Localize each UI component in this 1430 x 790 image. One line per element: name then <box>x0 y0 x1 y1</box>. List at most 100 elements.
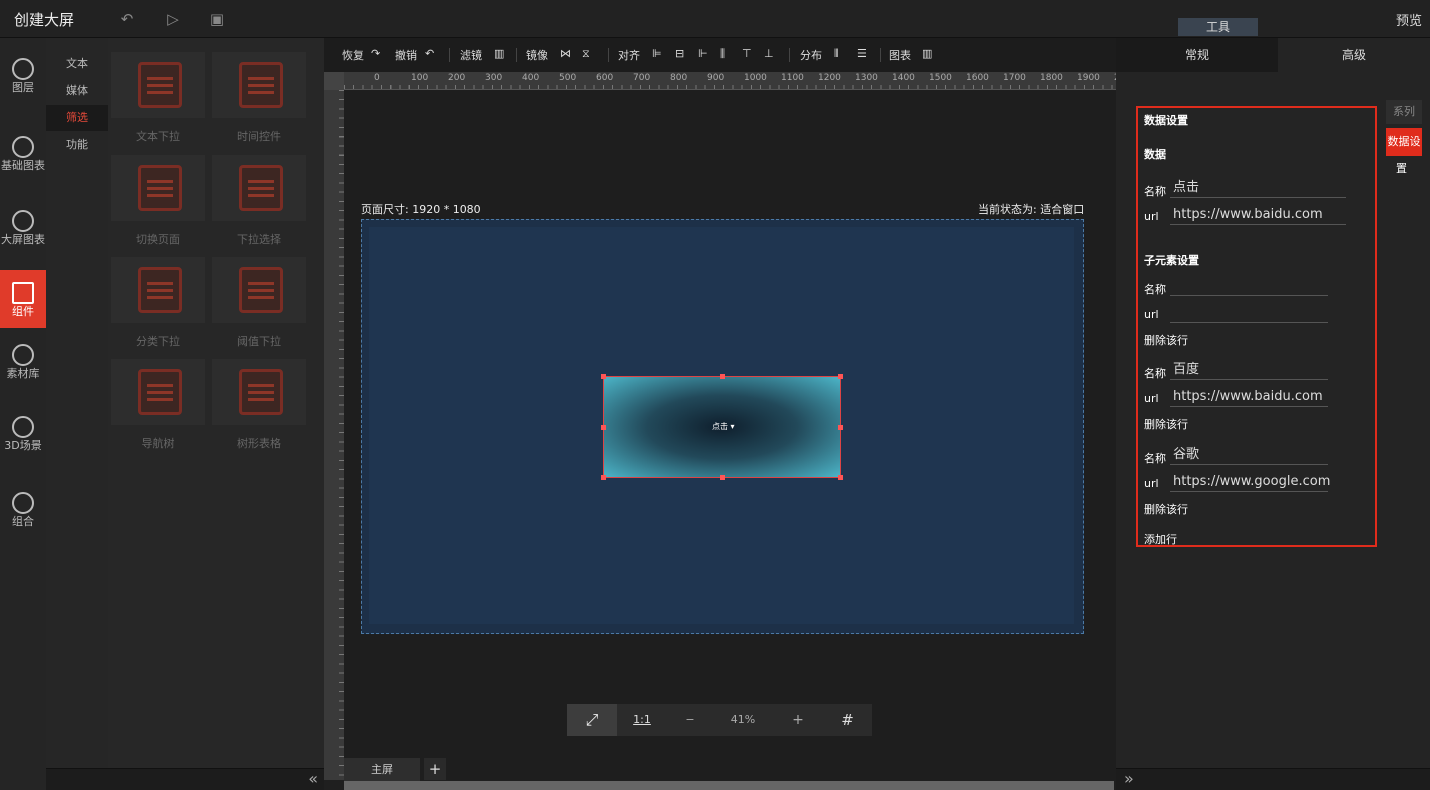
component-nav-tree[interactable]: 导航树 <box>111 359 205 453</box>
resize-handle[interactable] <box>601 425 606 430</box>
subnav-media[interactable]: 媒体 <box>46 78 108 104</box>
distribute-vertical-icon[interactable]: ☰ <box>857 47 867 60</box>
left-nav: 图层 基础图表 大屏图表 组件 素材库 3D场景 组合 <box>0 38 46 790</box>
chart-bar-icon[interactable]: ▥ <box>922 47 932 60</box>
actual-size-button[interactable]: 1:1 <box>617 704 667 736</box>
child-name-input[interactable]: 谷歌 <box>1170 447 1328 465</box>
component-text-dropdown[interactable]: 文本下拉 <box>111 52 205 146</box>
resize-handle[interactable] <box>838 425 843 430</box>
zoom-in-button[interactable]: + <box>773 704 823 736</box>
align-left-icon[interactable]: ⊫ <box>652 47 662 60</box>
child-url-input[interactable] <box>1170 305 1328 323</box>
undo-button[interactable]: 撤销 <box>395 47 417 63</box>
undo-icon[interactable]: ↶ <box>118 10 136 28</box>
resize-handle[interactable] <box>838 374 843 379</box>
redo-icon[interactable]: ↷ <box>371 47 380 60</box>
fit-window-icon[interactable]: ⤢ <box>567 704 617 736</box>
canvas-state-label: 当前状态为: 适合窗口 <box>978 203 1085 216</box>
resize-handle[interactable] <box>720 374 725 379</box>
subnav-text[interactable]: 文本 <box>46 51 108 77</box>
nav-label: 组合 <box>12 515 34 528</box>
nav-3d-scene[interactable]: 3D场景 <box>0 416 46 466</box>
preview-button[interactable]: 预览 <box>1396 10 1422 29</box>
delete-row-button[interactable]: 删除该行 <box>1144 416 1188 432</box>
mirror-horizontal-icon[interactable]: ⋈ <box>560 47 571 60</box>
resize-handle[interactable] <box>601 475 606 480</box>
ruler-tick-label: 600 <box>596 73 614 83</box>
ruler-tick-label: 1300 <box>855 73 878 83</box>
component-thumb <box>111 155 205 221</box>
component-threshold-dropdown[interactable]: 阈值下拉 <box>212 257 306 351</box>
align-middle-icon[interactable]: ⫼ <box>720 47 725 61</box>
align-button[interactable]: 对齐 <box>618 47 640 63</box>
subnav-filter[interactable]: 筛选 <box>46 105 108 131</box>
align-top-icon[interactable]: ⊤ <box>742 47 752 60</box>
zoom-level: 41% <box>730 713 756 726</box>
component-category-dropdown[interactable]: 分类下拉 <box>111 257 205 351</box>
data-url-input[interactable]: https://www.baidu.com <box>1170 207 1346 225</box>
component-dropdown-select[interactable]: 下拉选择 <box>212 155 306 249</box>
nav-bigscreen-charts[interactable]: 大屏图表 <box>0 210 46 260</box>
ruler-tick-label: 1400 <box>892 73 915 83</box>
filter-button[interactable]: 滤镜 <box>460 47 482 63</box>
child-name-input[interactable]: 百度 <box>1170 362 1328 380</box>
nav-components[interactable]: 组件 <box>0 270 46 328</box>
horizontal-scrollbar[interactable] <box>344 781 1114 790</box>
component-tree-table[interactable]: 树形表格 <box>212 359 306 453</box>
delete-row-button[interactable]: 删除该行 <box>1144 501 1188 517</box>
editor-toolbar: 恢复 ↷ 撤销 ↶ 滤镜 ▥ 镜像 ⋈ ⧖ 对齐 ⊫ ⊟ ⊩ ⫼ ⊤ ⊥ 分布 … <box>324 38 1116 72</box>
top-bar: 创建大屏 ↶ ▷ ▣ 工具 预览 <box>0 0 1430 38</box>
distribute-horizontal-icon[interactable]: ⫴ <box>834 47 839 61</box>
name-label: 名称 <box>1144 283 1166 296</box>
component-switch-page[interactable]: 切换页面 <box>111 155 205 249</box>
resize-handle[interactable] <box>838 475 843 480</box>
child-url-input[interactable]: https://www.baidu.com <box>1170 389 1328 407</box>
side-tab-data-settings[interactable]: 数据设 <box>1386 128 1422 156</box>
add-screen-button[interactable]: + <box>424 758 446 780</box>
child-name-input[interactable] <box>1170 278 1328 296</box>
screen-tab-main[interactable]: 主屏 <box>344 758 420 782</box>
nav-group[interactable]: 组合 <box>0 492 46 536</box>
collapse-left-icon[interactable]: « <box>308 769 318 788</box>
zoom-out-button[interactable]: − <box>667 704 713 736</box>
component-time-control[interactable]: 时间控件 <box>212 52 306 146</box>
ruler-tick-label: 1500 <box>929 73 952 83</box>
grid-icon[interactable]: # <box>823 704 872 736</box>
align-right-icon[interactable]: ⊩ <box>698 47 708 60</box>
add-row-button[interactable]: 添加行 <box>1144 531 1177 547</box>
data-settings-box: 数据设置 数据 名称 点击 url https://www.baidu.com … <box>1136 106 1377 547</box>
nav-layers[interactable]: 图层 <box>0 58 46 102</box>
nav-basic-charts[interactable]: 基础图表 <box>0 136 46 186</box>
chart-button[interactable]: 图表 <box>889 47 911 63</box>
ruler-corner <box>324 72 344 90</box>
mirror-vertical-icon[interactable]: ⧖ <box>582 47 590 61</box>
ruler-tick-label: 1100 <box>781 73 804 83</box>
filter-chart-icon[interactable]: ▥ <box>494 47 504 60</box>
component-thumb <box>111 257 205 323</box>
delete-row-button[interactable]: 删除该行 <box>1144 332 1188 348</box>
data-name-input[interactable]: 点击 <box>1170 180 1346 198</box>
play-icon[interactable]: ▷ <box>164 10 182 28</box>
nav-label: 素材库 <box>6 367 40 380</box>
screen-canvas[interactable]: 点击 ▾ <box>361 219 1084 634</box>
tool-tab[interactable]: 工具 <box>1178 18 1258 36</box>
side-tab-series[interactable]: 系列 <box>1386 100 1422 124</box>
subnav-function[interactable]: 功能 <box>46 132 108 158</box>
resize-handle[interactable] <box>601 374 606 379</box>
tab-advanced[interactable]: 高级 <box>1278 38 1430 72</box>
distribute-button[interactable]: 分布 <box>800 47 822 63</box>
data-label: 数据 <box>1144 148 1166 161</box>
align-bottom-icon[interactable]: ⊥ <box>764 47 774 60</box>
nav-assets[interactable]: 素材库 <box>0 344 46 394</box>
align-center-icon[interactable]: ⊟ <box>675 47 684 60</box>
selected-widget[interactable]: 点击 ▾ <box>601 374 843 480</box>
collapse-right-icon[interactable]: » <box>1124 769 1134 788</box>
redo-button[interactable]: 恢复 <box>342 47 364 63</box>
child-url-input[interactable]: https://www.google.com <box>1170 474 1330 492</box>
tab-general[interactable]: 常规 <box>1116 38 1278 72</box>
mirror-button[interactable]: 镜像 <box>526 47 548 63</box>
undo-arrow-icon[interactable]: ↶ <box>425 47 434 60</box>
resize-handle[interactable] <box>720 475 725 480</box>
canvas-area[interactable]: 页面尺寸: 1920 * 1080 当前状态为: 适合窗口 点击 ▾ <box>344 90 1116 758</box>
save-icon[interactable]: ▣ <box>208 10 226 28</box>
